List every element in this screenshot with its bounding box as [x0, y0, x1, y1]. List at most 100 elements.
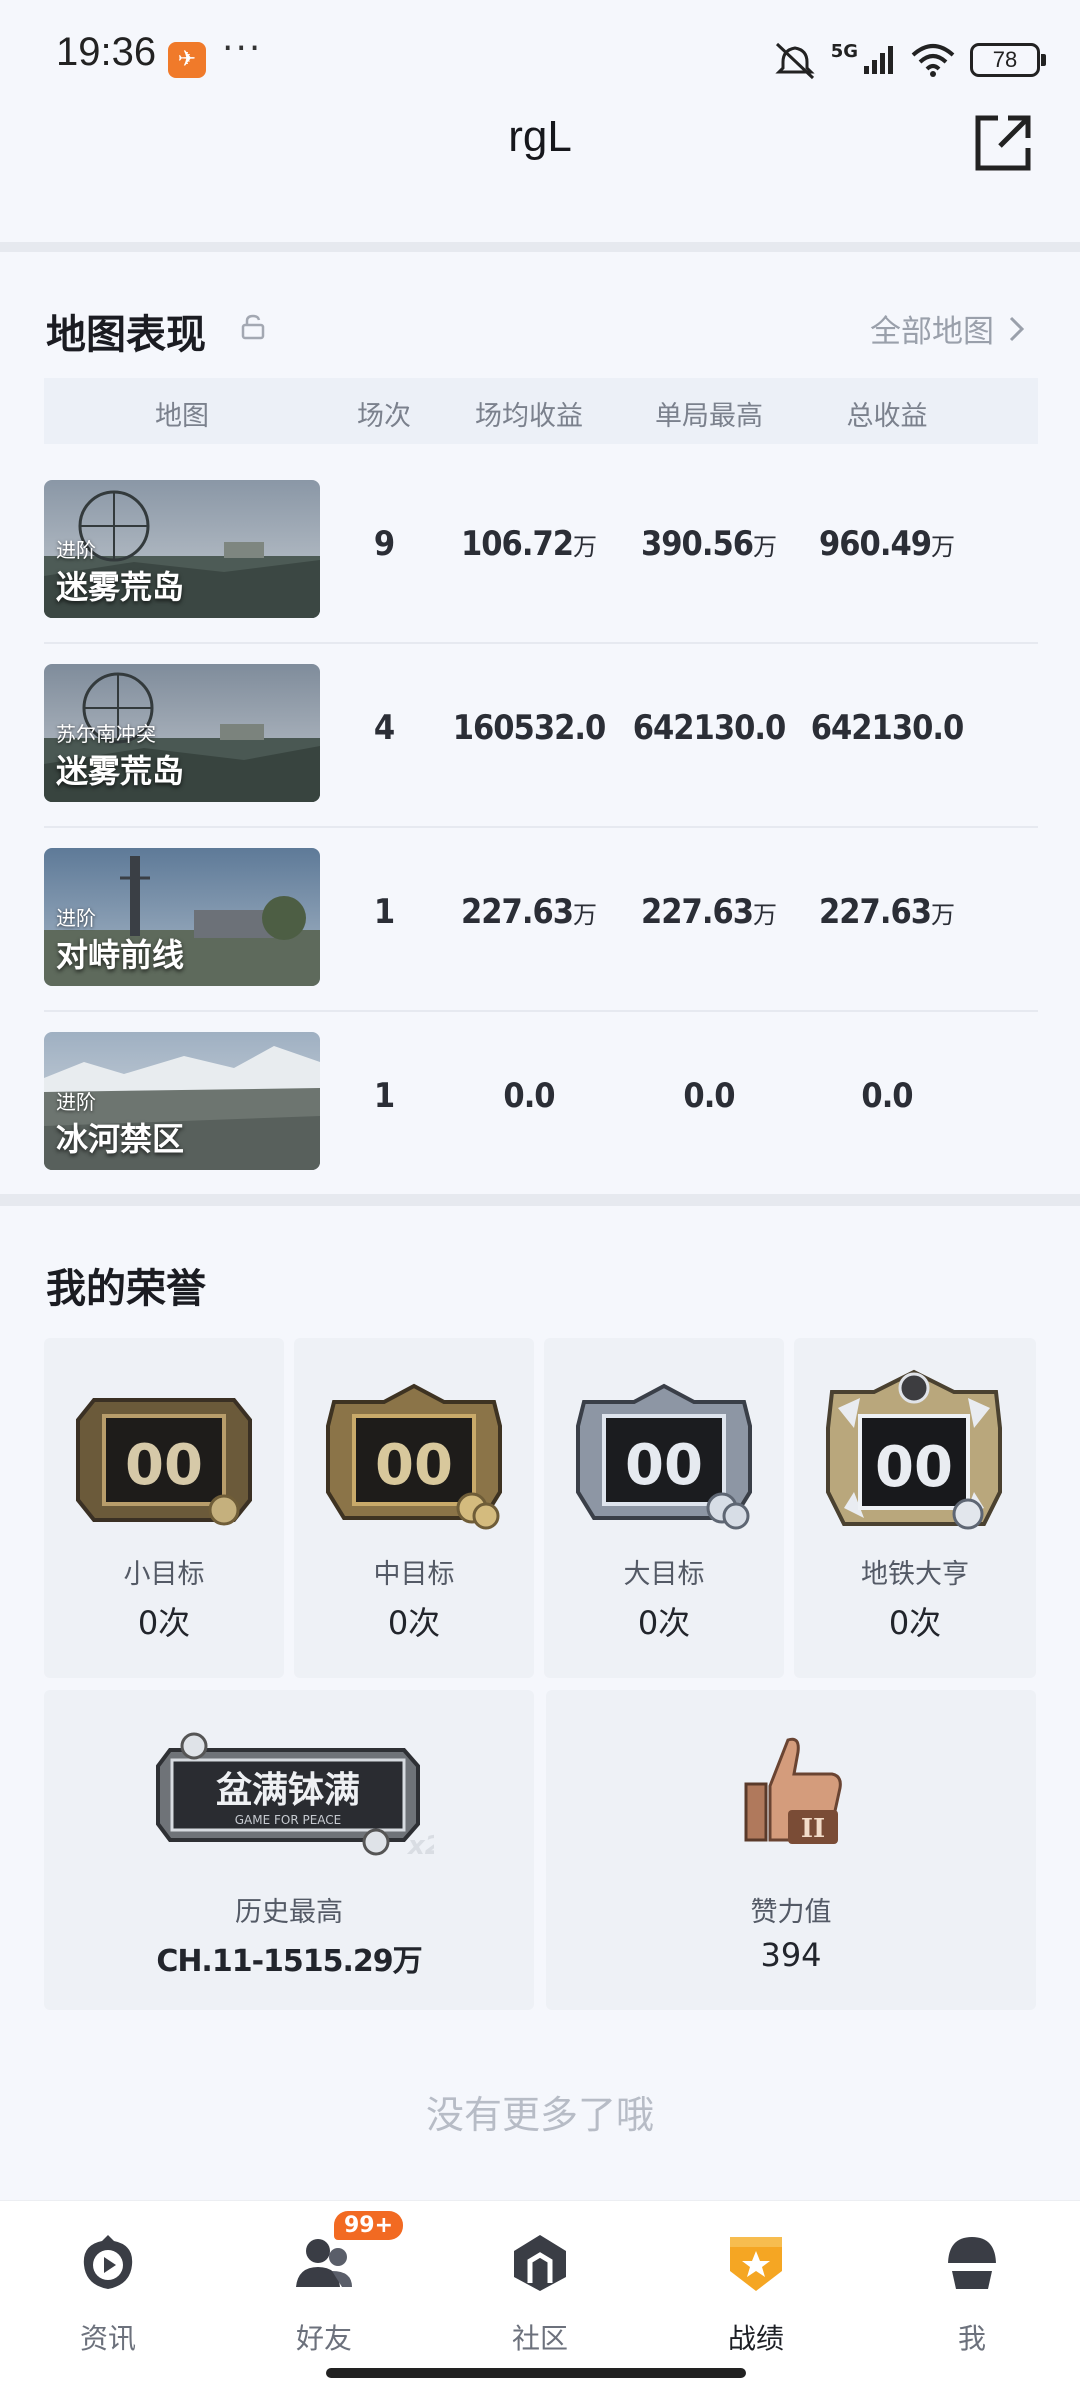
nav-label: 好友: [295, 2322, 352, 2355]
cell-count: 1: [373, 1076, 395, 1116]
map-thumbnail: 苏尔南冲突 迷雾荒岛: [44, 664, 320, 802]
cell-total: 0.0: [792, 1076, 982, 1116]
status-more-icon: ···: [222, 28, 263, 69]
honor-label: 赞力值: [750, 1897, 832, 1928]
total-value: 227.63: [818, 892, 932, 932]
cell-avg: 0.0: [434, 1076, 624, 1116]
cell-avg: 227.63万: [434, 892, 624, 932]
map-name: 冰河禁区: [56, 1120, 185, 1158]
medium-target-badge-icon: 00: [326, 1383, 502, 1530]
cell-count: 1: [373, 892, 395, 932]
no-more-text: 没有更多了哦: [425, 2093, 654, 2137]
section-divider: [0, 1194, 1080, 1206]
map-thumbnail: 进阶 对峙前线: [44, 848, 320, 986]
network-type: 5G: [830, 40, 858, 62]
game-app-icon: ✈: [168, 42, 206, 78]
max-unit: 万: [753, 901, 778, 929]
nav-label: 战绩: [727, 2322, 784, 2355]
honors-title: 我的荣誉: [46, 1266, 206, 1312]
honor-label: 地铁大亨: [861, 1559, 969, 1590]
lock-icon[interactable]: [240, 314, 266, 340]
honor-label: 历史最高: [235, 1897, 343, 1928]
avg-value: 106.72: [460, 524, 574, 564]
page-title: rgL: [508, 112, 572, 161]
table-row[interactable]: 进阶 冰河禁区 1 0.0 0.0 0.0: [44, 1012, 1038, 1196]
chevron-right-icon: [1009, 316, 1025, 341]
medium-target-badge-text: 00: [375, 1433, 453, 1498]
total-value: 642130.0: [810, 708, 965, 748]
column-header-map: 地图: [155, 401, 209, 432]
large-target-badge-text: 00: [625, 1433, 703, 1498]
honor-card-subway-tycoon[interactable]: 00 地铁大亨 0次: [794, 1338, 1036, 1678]
honor-value: 0次: [888, 1604, 942, 1642]
max-value: 642130.0: [632, 708, 787, 748]
table-row[interactable]: 进阶 对峙前线 1 227.63万 227.63万 227.63万: [44, 828, 1038, 1012]
map-thumbnail: 进阶 迷雾荒岛: [44, 480, 320, 618]
honor-card-likes[interactable]: II 赞力值 394: [546, 1690, 1036, 2010]
share-icon[interactable]: [972, 112, 1034, 174]
header-divider: [0, 242, 1080, 252]
cell-avg: 106.72万: [434, 524, 624, 564]
mute-icon: [775, 42, 815, 80]
map-mode: 苏尔南冲突: [56, 722, 156, 746]
map-mode: 进阶: [56, 538, 96, 562]
nav-label: 我: [957, 2322, 986, 2355]
map-mode: 进阶: [56, 906, 96, 930]
home-indicator[interactable]: [326, 2368, 746, 2378]
cell-max: 227.63万: [614, 892, 804, 932]
honor-card-small-target[interactable]: 00 小目标 0次: [44, 1338, 284, 1678]
honor-card-medium-target[interactable]: 00 中目标 0次: [294, 1338, 534, 1678]
history-best-badge-icon: 盆满钵满 GAME FOR PEACE x2: [156, 1732, 434, 1860]
max-value: 0.0: [683, 1076, 735, 1116]
friends-notification-badge: 99+: [334, 2211, 404, 2240]
map-thumbnail: 进阶 冰河禁区: [44, 1032, 320, 1170]
total-value: 960.49: [818, 524, 932, 564]
history-badge-multiplier: x2: [406, 1831, 434, 1860]
status-time: 19:36: [56, 30, 157, 74]
avg-value: 160532.0: [452, 708, 607, 748]
max-value: 227.63: [640, 892, 754, 932]
honor-value: 394: [760, 1936, 822, 1974]
subway-tycoon-badge-text: 00: [875, 1435, 953, 1500]
friends-icon: [296, 2239, 352, 2287]
community-icon: [514, 2235, 566, 2291]
all-maps-link[interactable]: 全部地图: [870, 306, 1026, 351]
total-unit: 万: [931, 901, 956, 929]
avg-unit: 万: [573, 533, 598, 561]
cell-max: 642130.0: [614, 708, 804, 748]
column-header-max: 单局最高: [655, 401, 763, 432]
status-indicators: 5G 78: [773, 36, 1046, 84]
signal-icon: [864, 46, 893, 74]
map-name: 迷雾荒岛: [56, 568, 185, 606]
profile-icon: [948, 2237, 996, 2289]
subway-tycoon-badge-icon: 00: [826, 1369, 1002, 1530]
cell-count: 9: [373, 524, 395, 564]
table-row[interactable]: 进阶 迷雾荒岛 9 106.72万 390.56万 960.49万: [44, 460, 1038, 644]
avg-unit: 万: [573, 901, 598, 929]
thumbs-up-badge-icon: II: [744, 1737, 842, 1844]
total-unit: 万: [931, 533, 956, 561]
small-target-badge-text: 00: [125, 1433, 203, 1498]
news-icon: [83, 2235, 133, 2289]
avg-value: 0.0: [503, 1076, 555, 1116]
column-header-total: 总收益: [846, 401, 928, 432]
honor-card-large-target[interactable]: 00 大目标 0次: [544, 1338, 784, 1678]
record-icon: [730, 2237, 782, 2291]
nav-label: 社区: [511, 2322, 568, 2355]
honor-card-history-best[interactable]: 盆满钵满 GAME FOR PEACE x2 历史最高 CH.11-1515.2…: [44, 1690, 534, 2010]
max-unit: 万: [753, 533, 778, 561]
all-maps-label: 全部地图: [870, 314, 994, 350]
honor-label: 小目标: [123, 1559, 205, 1590]
honor-value: CH.11-1515.29万: [156, 1944, 422, 1979]
max-value: 390.56: [640, 524, 754, 564]
column-header-avg: 场均收益: [475, 401, 583, 432]
total-value: 0.0: [861, 1076, 913, 1116]
honor-label: 大目标: [623, 1559, 705, 1590]
honor-value: 0次: [637, 1604, 691, 1642]
table-row[interactable]: 苏尔南冲突 迷雾荒岛 4 160532.0 642130.0 642130.0: [44, 644, 1038, 828]
status-bar: 19:36 ✈ ··· 5G 78: [0, 0, 1080, 110]
cell-max: 390.56万: [614, 524, 804, 564]
map-performance-title: 地图表现: [46, 312, 206, 358]
honor-value: 0次: [137, 1604, 191, 1642]
honor-label: 中目标: [373, 1559, 455, 1590]
